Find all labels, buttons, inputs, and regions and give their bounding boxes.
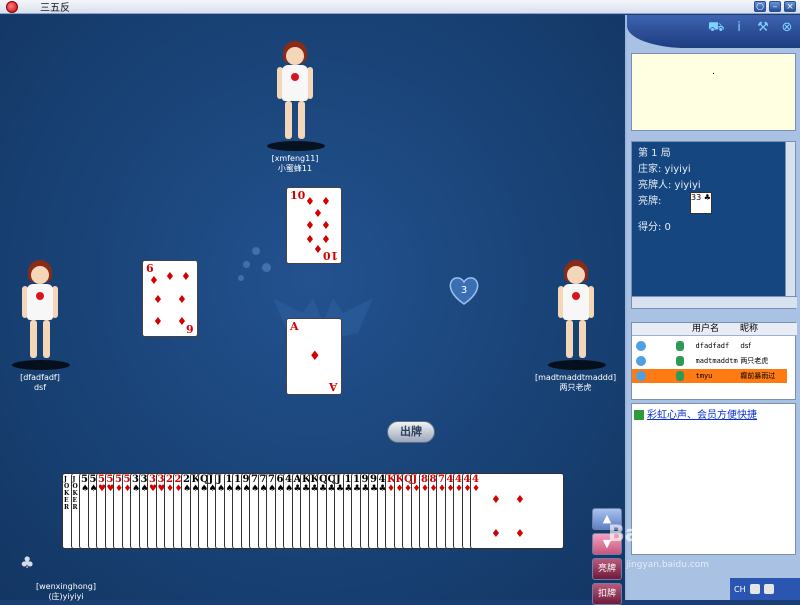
decoration-dot [252, 247, 260, 255]
info-icon[interactable]: i [732, 21, 746, 35]
close-button[interactable]: × [784, 1, 796, 12]
user-row[interactable]: madtmaddtm 两只老虎 [632, 354, 787, 368]
user-list: 用户名 昵称 dfadfadf dsf madtmaddtm 两只老虎 tmyu… [631, 322, 797, 400]
hand-card[interactable]: 4 ♦ ♦ ♦ ♦ ♦ [470, 473, 564, 549]
game-table: [xmfeng11] 小蜜蜂11 [dfadfadf] dsf [madtmad… [0, 15, 627, 605]
watermark: Bai 经验 [608, 522, 699, 547]
shown-label: 亮牌: [638, 196, 662, 207]
game-info-panel: 第 1 局 庄家: yiyiyi 亮牌人: yiyiyi 亮牌: 33 ♣ 得分… [631, 141, 797, 309]
player-self-name: [wenxinghong] (庄)yiyiyi [36, 582, 96, 601]
decoration-dot [238, 275, 244, 281]
dealer-label: 庄家: yiyiyi [638, 164, 691, 175]
watermark-url: jingyan.baidu.com [626, 560, 710, 570]
player-left: [dfadfadf] dsf [10, 260, 70, 393]
decoration-dot [262, 263, 271, 272]
column-nickname[interactable]: 昵称 [740, 323, 758, 335]
round-label: 第 1 局 [638, 148, 671, 159]
player-top-name: [xmfeng11] 小蜜蜂11 [271, 154, 319, 173]
side-panel: ⛟ i ⚒ ⊗ . 第 1 局 庄家: yiyiyi 亮牌人: yiyiyi 亮… [627, 15, 800, 600]
minimize-button[interactable]: – [769, 1, 781, 12]
player-right: [madtmaddtmaddd] 两只老虎 [535, 260, 616, 393]
play-cards-button[interactable]: 出牌 [387, 421, 435, 443]
shown-mini-card: 33 ♣ [690, 192, 712, 214]
player-right-name: [madtmaddtmaddd] 两只老虎 [535, 373, 617, 392]
tray-icon[interactable] [763, 584, 774, 594]
player-top-avatar [265, 41, 325, 151]
language-indicator[interactable]: CH [734, 585, 746, 594]
notice-box: . [631, 53, 796, 131]
player-left-name: [dfadfadf] dsf [20, 373, 60, 392]
column-username[interactable]: 用户名 [692, 323, 740, 335]
tray-icon[interactable] [749, 584, 760, 594]
played-card-center: A ♦ A [286, 318, 342, 395]
app-icon [6, 0, 18, 13]
help-button[interactable]: ○ [754, 1, 766, 12]
played-card-left: 6 ♦ ♦ ♦ ♦ ♦ ♦ ♦ 6 [142, 260, 198, 337]
info-horizontal-scrollbar[interactable] [632, 296, 797, 308]
heart-score-icon: 3 [449, 277, 479, 305]
cart-icon[interactable]: ⛟ [708, 21, 724, 35]
title-bar: 三五反 ○ – × [0, 0, 800, 14]
player-left-avatar [10, 260, 70, 370]
system-tray: CH [730, 578, 800, 600]
info-vertical-scrollbar[interactable] [785, 142, 795, 297]
svg-text:3: 3 [461, 285, 467, 296]
player-right-avatar [546, 260, 606, 370]
player-hand: JOKER JOKER 5 ♠ 5 ♠ 5 ♥ 5 ♥ 5 ♦ 5 ♦ 3 ♠ 3 ♠ 3 ♥ 3 ♥ 2 ♦ 2 ♦ 2 ♠ K ♠ Q ♠… [62, 473, 564, 549]
user-row[interactable]: tmyu 癫前暴雨过 [632, 369, 787, 383]
search-icon [634, 410, 644, 420]
tools-icon[interactable]: ⚒ [756, 21, 770, 35]
panel-header: ⛟ i ⚒ ⊗ [627, 15, 800, 48]
ad-link[interactable]: 彩虹心声、会员方便快捷 [634, 406, 757, 421]
close-icon[interactable]: ⊗ [780, 21, 794, 35]
hold-card-button[interactable]: 扣牌 [592, 583, 622, 605]
show-card-button[interactable]: 亮牌 [592, 558, 622, 580]
score-label: 得分: 0 [638, 222, 671, 233]
window-title: 三五反 [40, 3, 70, 14]
played-card-top: 10 ♦ ♦ ♦ ♦ ♦ ♦ ♦ ♦ 10 [286, 187, 342, 264]
player-top: [xmfeng11] 小蜜蜂11 [265, 41, 325, 174]
shower-label: 亮牌人: yiyiyi [638, 180, 701, 191]
user-row[interactable]: dfadfadf dsf [632, 339, 787, 353]
decoration-dot [243, 261, 250, 268]
club-icon: ♣ [20, 553, 35, 572]
